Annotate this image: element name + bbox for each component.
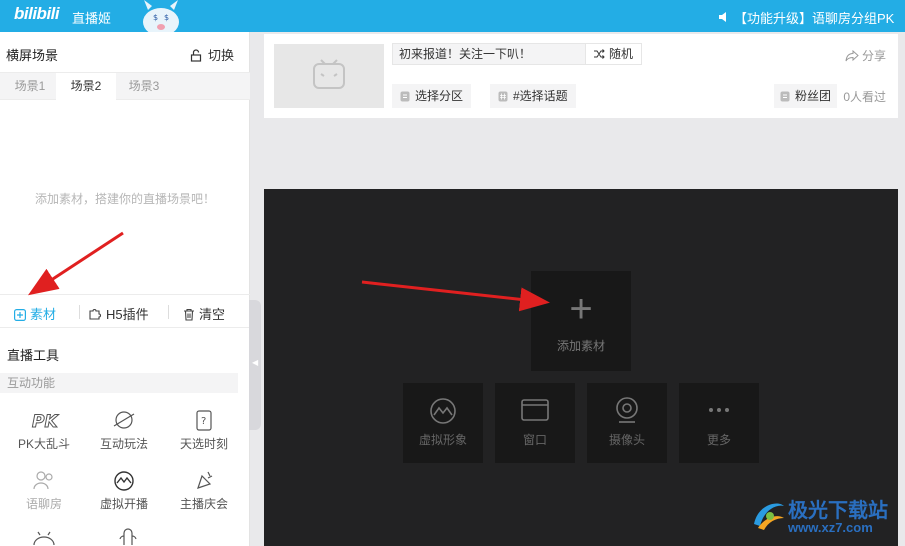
tab-scene-2[interactable]: 场景2 — [56, 73, 116, 101]
room-cover[interactable] — [274, 44, 384, 108]
window-icon — [521, 399, 549, 421]
users-icon — [33, 471, 53, 490]
divider — [79, 305, 80, 319]
scene-header: 横屏场景 切换 — [0, 32, 250, 72]
gift-card-icon: ? — [196, 410, 212, 431]
shuffle-icon — [593, 49, 605, 59]
h5-plugin-button[interactable]: H5插件 — [88, 304, 149, 323]
share-icon — [845, 49, 859, 62]
tool-label: 虚拟开播 — [99, 497, 148, 511]
switch-label: 切换 — [207, 48, 234, 63]
source-virtual-avatar[interactable]: 虚拟形象 — [403, 383, 483, 463]
add-material-label: 添加素材 — [556, 339, 605, 353]
source-window[interactable]: 窗口 — [495, 383, 575, 463]
scene-actions: 素材 H5插件 清空 — [0, 294, 250, 328]
tool-lucky-draw[interactable]: ? 天选时刻 — [164, 408, 244, 452]
tool-label: 天选时刻 — [179, 437, 228, 451]
fan-club-button[interactable]: 粉丝团 — [774, 84, 838, 108]
interactive-section-title: 互动功能 — [0, 373, 238, 393]
notice-text: 【功能升级】语聊房分组PK — [734, 11, 895, 26]
empty-scene-hint: 添加素材，搭建你的直播场景吧！ — [34, 192, 215, 206]
svg-text:PK: PK — [32, 412, 59, 432]
camera-icon — [616, 397, 638, 423]
trash-icon — [184, 308, 194, 321]
party-popper-icon — [197, 471, 213, 489]
more-dots-icon — [709, 408, 729, 412]
svg-text:$: $ — [164, 13, 169, 22]
h5-label: H5插件 — [106, 307, 149, 322]
tool-anchor-party[interactable]: 主播庆会 — [164, 468, 244, 512]
planet-icon — [113, 411, 135, 429]
topic-icon — [498, 91, 508, 102]
room-title-input[interactable]: 初来报道！关注一下叭！ — [392, 43, 586, 65]
select-area-button[interactable]: 选择分区 — [392, 84, 472, 108]
collapse-arrow-icon: ◀ — [252, 358, 259, 367]
share-label: 分享 — [861, 49, 886, 63]
plus-icon: + — [569, 287, 593, 331]
more-tool-icon[interactable] — [108, 527, 148, 546]
viewer-count: 0人看过 — [843, 90, 886, 104]
aurora-logo-icon — [754, 503, 784, 530]
room-info-panel: 初来报道！关注一下叭！ 随机 分享 选择分区 #选择话题 粉丝团 0人看过 — [264, 34, 898, 118]
switch-button[interactable]: 切换 — [190, 45, 234, 64]
tool-virtual-live[interactable]: 虚拟开播 — [84, 468, 164, 512]
tool-label: 主播庆会 — [179, 497, 228, 511]
source-more[interactable]: 更多 — [679, 383, 759, 463]
share-button[interactable]: 分享 — [845, 47, 886, 64]
area-icon — [400, 91, 410, 102]
select-topic-button[interactable]: #选择话题 — [490, 84, 576, 108]
source-label: 虚拟形象 — [418, 433, 467, 447]
tool-label: 互动玩法 — [99, 437, 148, 451]
tool-pk[interactable]: PK PK大乱斗 — [4, 408, 84, 452]
scene-title: 横屏场景 — [6, 48, 59, 63]
plus-square-icon — [14, 309, 27, 322]
pk-icon: PK — [32, 412, 60, 433]
svg-text:?: ? — [201, 416, 206, 427]
tv-placeholder-icon — [313, 59, 345, 89]
random-title-button[interactable]: 随机 — [586, 43, 642, 65]
collapse-panel-handle[interactable]: ◀ — [249, 300, 261, 430]
topic-label: #选择话题 — [513, 89, 568, 103]
top-bar: bilibili 直播姬 $ $ 【功能升级】语聊房分组PK — [0, 0, 905, 32]
tool-interactive-play[interactable]: 互动玩法 — [84, 408, 164, 452]
tool-label: PK大乱斗 — [17, 437, 70, 451]
source-label: 窗口 — [522, 433, 547, 447]
watermark-name: 极光下载站 — [788, 500, 888, 522]
material-label: 素材 — [30, 307, 57, 322]
bilibili-logo: bilibili — [14, 4, 60, 23]
tool-label: 语聊房 — [25, 497, 62, 511]
divider — [168, 305, 169, 319]
source-label: 更多 — [706, 433, 731, 447]
watermark-url: www.xz7.com — [788, 520, 873, 535]
virtual-avatar-icon — [114, 471, 134, 491]
add-material-tile[interactable]: + 添加素材 — [531, 271, 631, 371]
tools-title: 直播工具 — [7, 348, 60, 363]
more-tool-icon[interactable] — [28, 529, 68, 546]
fan-club-icon — [780, 91, 790, 102]
lock-switch-icon — [190, 49, 202, 62]
virtual-avatar-icon — [430, 398, 456, 424]
tab-scene-1[interactable]: 场景1 — [0, 73, 60, 100]
source-label: 摄像头 — [608, 433, 645, 447]
fan-club-label: 粉丝团 — [795, 89, 832, 103]
left-panel: 横屏场景 切换 场景1 场景2 场景3 添加素材，搭建你的直播场景吧！ 素材 H… — [0, 32, 250, 546]
speaker-icon — [718, 11, 730, 26]
source-camera[interactable]: 摄像头 — [587, 383, 667, 463]
notice-banner[interactable]: 【功能升级】语聊房分组PK — [718, 8, 894, 27]
watermark: 极光下载站 www.xz7.com — [748, 488, 898, 540]
svg-text:$: $ — [153, 13, 158, 22]
puzzle-icon — [89, 309, 101, 320]
mascot-icon: $ $ — [143, 0, 179, 32]
add-material-button[interactable]: 素材 — [14, 304, 56, 323]
clear-button[interactable]: 清空 — [183, 304, 225, 323]
tab-scene-3[interactable]: 场景3 — [114, 73, 174, 100]
scene-tabs: 场景1 场景2 场景3 — [0, 72, 250, 101]
tool-voice-room[interactable]: 语聊房 — [4, 468, 84, 512]
random-label: 随机 — [608, 47, 633, 61]
area-label: 选择分区 — [415, 89, 464, 103]
app-title: 直播姬 — [72, 11, 112, 26]
clear-label: 清空 — [199, 307, 226, 322]
